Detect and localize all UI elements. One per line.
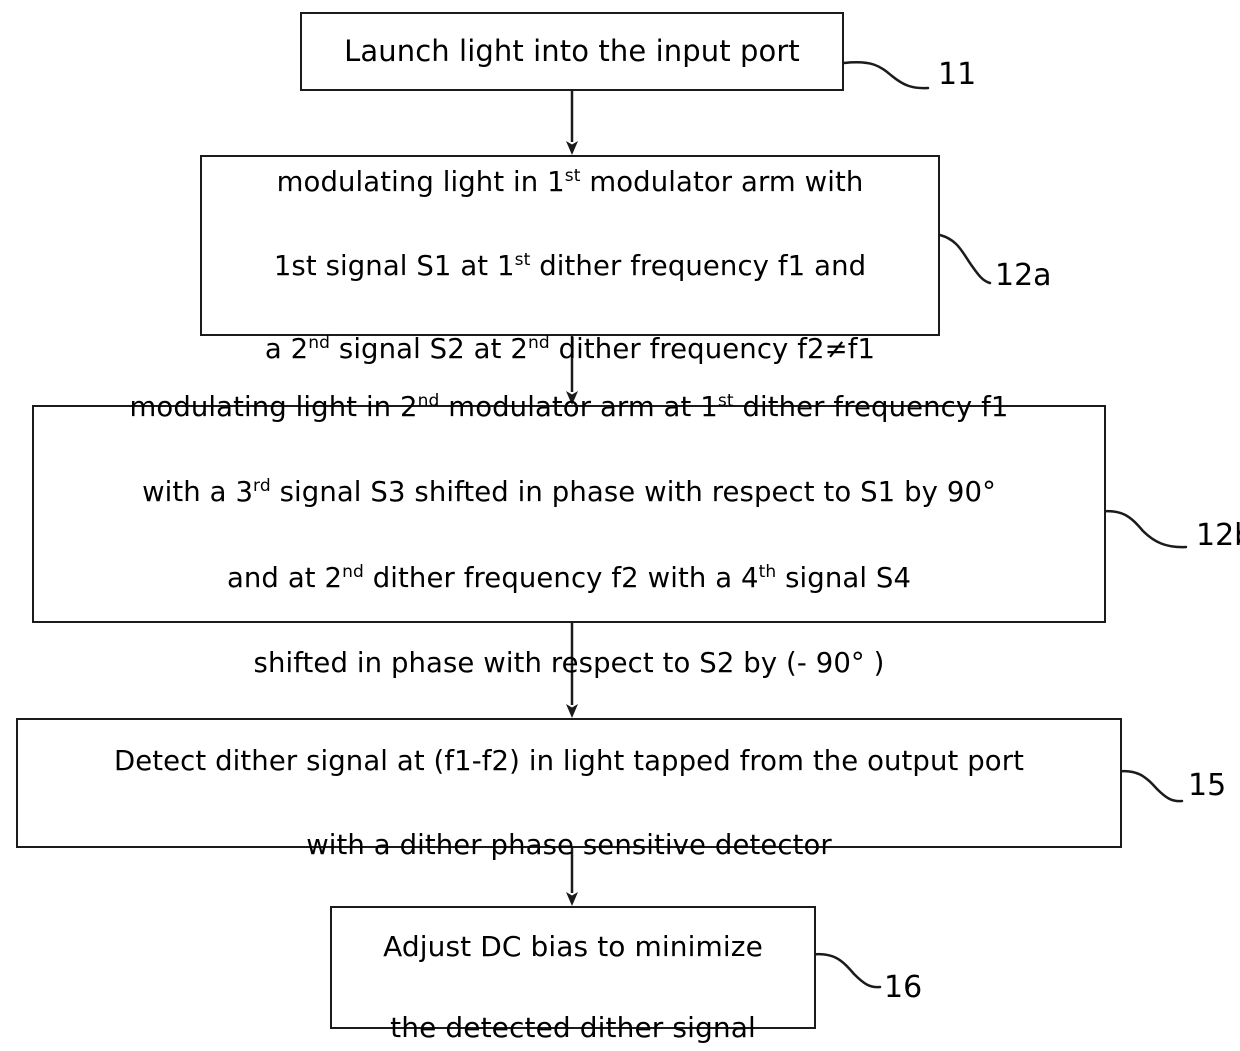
process-box-11[interactable]: Launch light into the input port: [300, 12, 844, 91]
line-1: modulating light in 2nd modulator arm at…: [130, 391, 1009, 423]
process-box-12b-label: modulating light in 2nd modulator arm at…: [34, 344, 1104, 685]
process-box-12a-label: modulating light in 1st modulator arm wi…: [202, 120, 938, 371]
ordinal-suffix: nd: [342, 561, 364, 582]
text-run: dither frequency f2 with a 4: [363, 561, 759, 594]
line-1: Detect dither signal at (f1-f2) in light…: [113, 745, 1025, 778]
process-box-15-label: Detect dither signal at (f1-f2) in light…: [18, 699, 1120, 866]
reference-numeral-12b: 12b: [1196, 518, 1240, 553]
ordinal-suffix: st: [564, 165, 581, 186]
leader-line-16: [806, 952, 882, 989]
leader-line-12b: [1095, 509, 1188, 549]
line-2: the detected dither signal: [390, 1011, 756, 1045]
process-box-12a[interactable]: modulating light in 1st modulator arm wi…: [200, 155, 940, 365]
reference-numeral-11: 11: [938, 57, 977, 92]
flowchart-figure: Launch light into the input port modulat…: [0, 0, 1240, 1051]
ordinal-suffix: st: [514, 249, 531, 270]
line-2: with a 3rd signal S3 shifted in phase wi…: [142, 476, 996, 508]
text-run: with a 3: [142, 476, 254, 509]
line-1: Adjust DC bias to minimize: [383, 929, 763, 963]
leader-line-12a: [938, 233, 992, 285]
leader-line-11: [842, 61, 930, 90]
process-box-12b[interactable]: modulating light in 2nd modulator arm at…: [32, 391, 1106, 679]
text-run: dither frequency f1: [733, 391, 1009, 424]
text-run: and at 2: [226, 561, 343, 594]
line-3: and at 2nd dither frequency f2 with a 4t…: [227, 562, 911, 594]
text-run: modulator arm at 1: [439, 391, 718, 424]
ordinal-suffix: th: [758, 561, 777, 582]
ordinal-suffix: nd: [417, 390, 440, 411]
process-box-16-label: Adjust DC bias to minimize the detected …: [332, 886, 814, 1048]
process-box-16[interactable]: Adjust DC bias to minimize the detected …: [330, 906, 816, 1044]
text-run: modulating light in 1: [276, 165, 565, 198]
text-run: 1st signal S1 at 1: [273, 249, 515, 282]
text-run: signal S4: [776, 561, 912, 594]
text-run: modulating light in 2: [129, 391, 418, 424]
reference-numeral-16: 16: [884, 970, 923, 1005]
text-run: modulator arm with: [580, 165, 864, 198]
line-1: modulating light in 1st modulator arm wi…: [277, 166, 864, 198]
line-2: with a dither phase sensitive detector: [306, 828, 832, 861]
text-run: dither frequency f1 and: [530, 249, 867, 282]
leader-line-15: [1112, 769, 1184, 803]
process-box-11-label: Launch light into the input port: [344, 33, 800, 68]
ordinal-suffix: rd: [253, 476, 271, 497]
reference-numeral-15: 15: [1188, 768, 1227, 803]
ordinal-suffix: st: [717, 390, 734, 411]
line-2: 1st signal S1 at 1st dither frequency f1…: [274, 250, 866, 282]
process-box-15[interactable]: Detect dither signal at (f1-f2) in light…: [16, 718, 1122, 861]
text-run: signal S3 shifted in phase with respect …: [270, 476, 996, 509]
line-4: shifted in phase with respect to S2 by (…: [253, 646, 885, 679]
reference-numeral-12a: 12a: [995, 258, 1052, 293]
